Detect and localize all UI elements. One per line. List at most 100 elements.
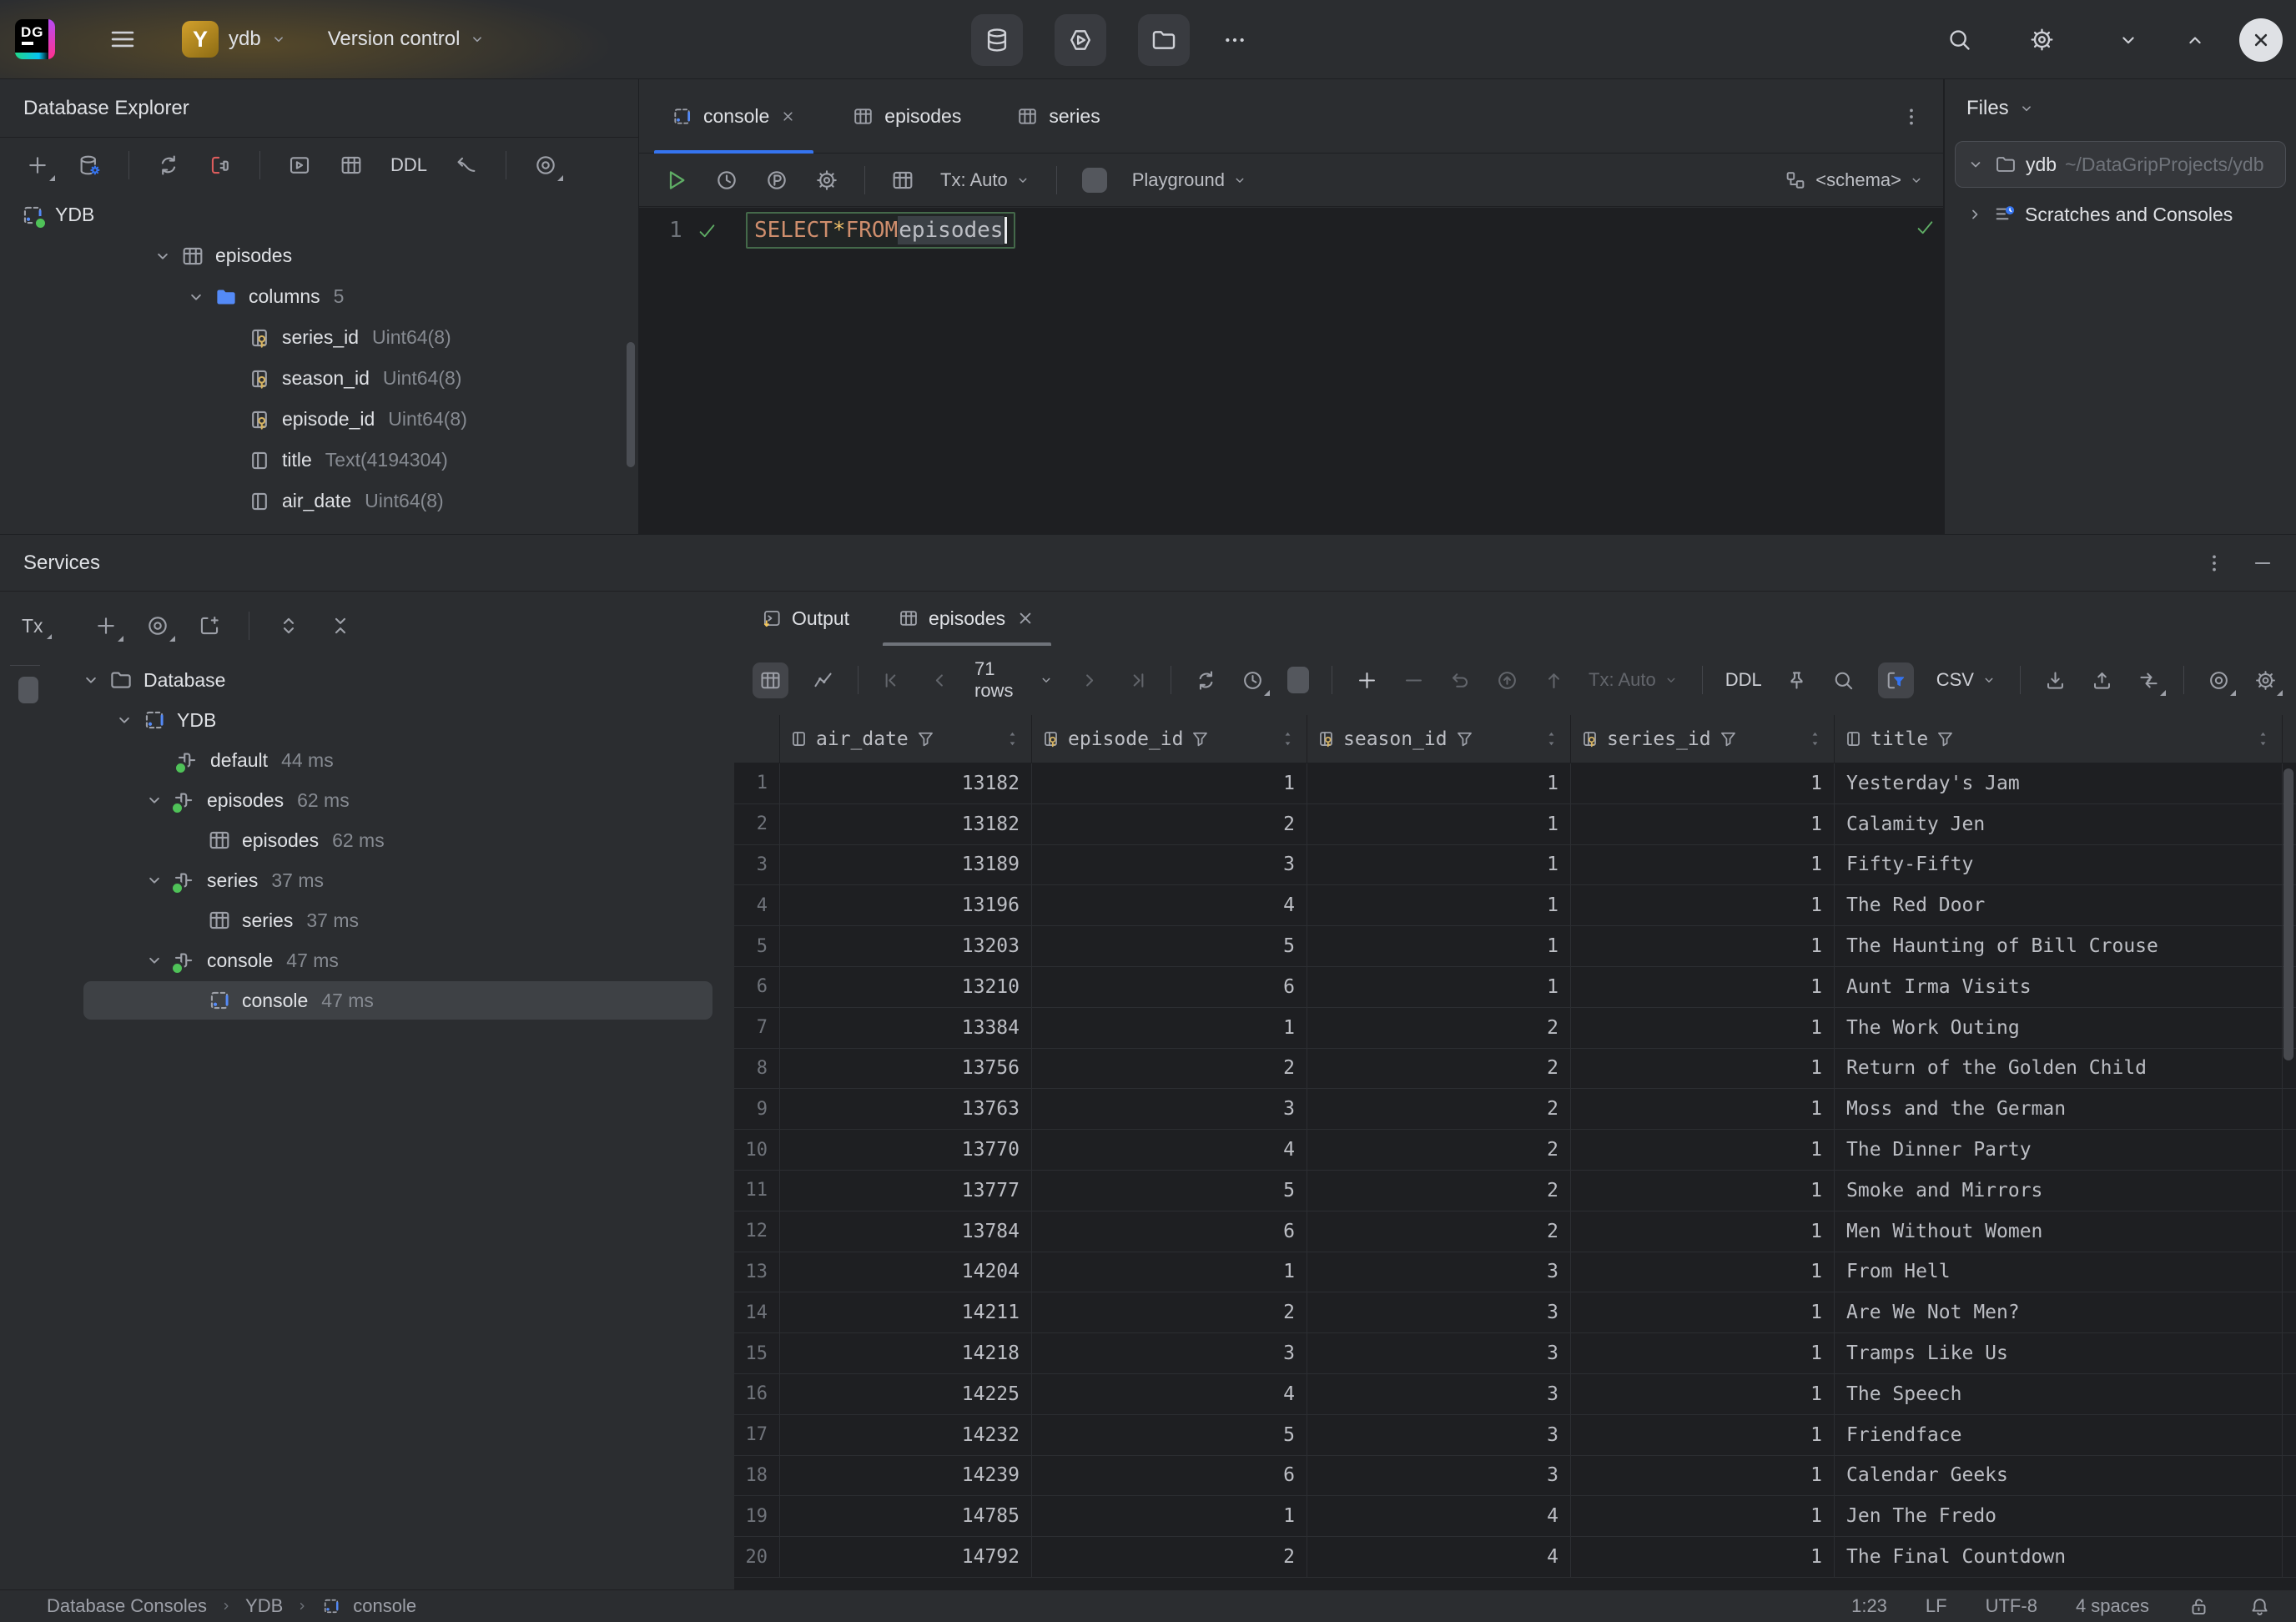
tree-item-air_date[interactable]: air_dateUint64(8) bbox=[0, 481, 638, 521]
tab-output[interactable]: Output bbox=[746, 592, 864, 645]
more-actions-icon[interactable] bbox=[1221, 27, 1248, 53]
cell-series_id[interactable]: 1 bbox=[1571, 967, 1835, 1007]
tree-item-YDB[interactable]: YDB bbox=[0, 700, 734, 740]
cell-episode_id[interactable]: 5 bbox=[1032, 1415, 1307, 1455]
row-number[interactable]: 9 bbox=[734, 1089, 780, 1129]
cell-episode_id[interactable]: 5 bbox=[1032, 926, 1307, 966]
cell-series_id[interactable]: 1 bbox=[1571, 1374, 1835, 1414]
row-number[interactable]: 19 bbox=[734, 1496, 780, 1536]
cell-air_date[interactable]: 13384 bbox=[780, 1008, 1032, 1048]
find-icon[interactable] bbox=[1831, 668, 1855, 693]
view-settings-icon[interactable] bbox=[2207, 668, 2231, 693]
open-table-icon[interactable] bbox=[339, 153, 364, 178]
cell-season_id[interactable]: 3 bbox=[1307, 1333, 1571, 1373]
cell-air_date[interactable]: 13189 bbox=[780, 845, 1032, 885]
data-extractor-icon[interactable] bbox=[2137, 668, 2161, 693]
tx-mode-selector[interactable]: Tx: Auto bbox=[1589, 669, 1679, 691]
tree-item-episodes[interactable]: episodes62 ms bbox=[0, 820, 734, 860]
cell-title[interactable]: The Final Countdown bbox=[1835, 1537, 2283, 1577]
cell-season_id[interactable]: 3 bbox=[1307, 1292, 1571, 1332]
tree-item-columns[interactable]: columns5 bbox=[0, 276, 638, 317]
collapse-all-icon[interactable] bbox=[328, 613, 353, 638]
cell-title[interactable]: Return of the Golden Child bbox=[1835, 1049, 2283, 1089]
cell-episode_id[interactable]: 6 bbox=[1032, 967, 1307, 1007]
code-line-1[interactable]: 1 SELECT*FROMepisodes bbox=[639, 208, 1943, 253]
chevron-down-icon[interactable] bbox=[1966, 154, 1986, 174]
cell-season_id[interactable]: 1 bbox=[1307, 926, 1571, 966]
cell-title[interactable]: The Dinner Party bbox=[1835, 1130, 2283, 1170]
cell-season_id[interactable]: 3 bbox=[1307, 1415, 1571, 1455]
cell-air_date[interactable]: 14239 bbox=[780, 1456, 1032, 1496]
tree-item-title[interactable]: titleText(4194304) bbox=[0, 440, 638, 481]
cell-episode_id[interactable]: 1 bbox=[1032, 763, 1307, 803]
cell-air_date[interactable]: 14232 bbox=[780, 1415, 1032, 1455]
run-icon[interactable] bbox=[662, 167, 689, 194]
project-name[interactable]: ydb bbox=[229, 28, 261, 51]
cell-series_id[interactable]: 1 bbox=[1571, 1496, 1835, 1536]
stop-button[interactable] bbox=[1082, 168, 1107, 193]
tree-item-YDB[interactable]: YDB bbox=[0, 194, 638, 235]
cell-episode_id[interactable]: 3 bbox=[1032, 1089, 1307, 1129]
page-size-selector[interactable]: 71 rows bbox=[974, 658, 1055, 702]
reload-data-icon[interactable] bbox=[1194, 668, 1218, 693]
row-number[interactable]: 3 bbox=[734, 845, 780, 885]
cell-episode_id[interactable]: 2 bbox=[1032, 1292, 1307, 1332]
tree-item-series[interactable]: series37 ms bbox=[0, 900, 734, 940]
cell-air_date[interactable]: 14225 bbox=[780, 1374, 1032, 1414]
window-expand-icon[interactable] bbox=[2183, 28, 2208, 53]
cell-title[interactable]: Are We Not Men? bbox=[1835, 1292, 2283, 1332]
cell-season_id[interactable]: 2 bbox=[1307, 1049, 1571, 1089]
vcs-widget[interactable]: Version control bbox=[328, 28, 461, 51]
cell-air_date[interactable]: 14211 bbox=[780, 1292, 1032, 1332]
window-collapse-icon[interactable] bbox=[2116, 28, 2141, 53]
close-window-button[interactable] bbox=[2239, 18, 2283, 62]
tree-item-episode_id[interactable]: episode_idUint64(8) bbox=[0, 399, 638, 440]
revert-icon[interactable] bbox=[1448, 668, 1473, 693]
last-page-icon[interactable] bbox=[1124, 668, 1148, 693]
file-item-ydb[interactable]: ydb ~/DataGripProjects/ydb bbox=[1955, 141, 2286, 188]
cell-air_date[interactable]: 14204 bbox=[780, 1252, 1032, 1292]
view-options-icon[interactable] bbox=[533, 153, 558, 178]
row-number[interactable]: 20 bbox=[734, 1537, 780, 1577]
tree-item-Database[interactable]: Database bbox=[0, 660, 734, 700]
cell-episode_id[interactable]: 1 bbox=[1032, 1008, 1307, 1048]
cell-season_id[interactable]: 4 bbox=[1307, 1496, 1571, 1536]
row-number[interactable]: 15 bbox=[734, 1333, 780, 1373]
cell-air_date[interactable]: 13777 bbox=[780, 1171, 1032, 1211]
cell-air_date[interactable]: 13182 bbox=[780, 804, 1032, 844]
inspections-ok-icon[interactable] bbox=[1914, 216, 1936, 239]
cell-season_id[interactable]: 1 bbox=[1307, 885, 1571, 925]
cell-title[interactable]: Tramps Like Us bbox=[1835, 1333, 2283, 1373]
tree-item-episodes[interactable]: episodes bbox=[0, 235, 638, 276]
next-page-icon[interactable] bbox=[1077, 668, 1101, 693]
column-header-air_date[interactable]: air_date bbox=[780, 715, 1032, 763]
cell-series_id[interactable]: 1 bbox=[1571, 1008, 1835, 1048]
tree-item-console[interactable]: console47 ms bbox=[0, 980, 734, 1020]
cell-episode_id[interactable]: 6 bbox=[1032, 1456, 1307, 1496]
history-icon[interactable] bbox=[714, 168, 739, 193]
grid-corner[interactable] bbox=[734, 715, 780, 763]
file-item-scratches[interactable]: Scratches and Consoles bbox=[1955, 191, 2286, 238]
row-number[interactable]: 14 bbox=[734, 1292, 780, 1332]
cell-season_id[interactable]: 1 bbox=[1307, 763, 1571, 803]
cell-title[interactable]: The Red Door bbox=[1835, 885, 2283, 925]
playground-selector[interactable]: Playground bbox=[1132, 169, 1248, 191]
refresh-icon[interactable] bbox=[156, 153, 181, 178]
expand-all-icon[interactable] bbox=[276, 613, 301, 638]
cell-title[interactable]: Yesterday's Jam bbox=[1835, 763, 2283, 803]
cell-episode_id[interactable]: 1 bbox=[1032, 1496, 1307, 1536]
add-datasource-icon[interactable] bbox=[25, 153, 50, 178]
tx-selector[interactable]: Tx bbox=[22, 615, 43, 637]
cell-air_date[interactable]: 13210 bbox=[780, 967, 1032, 1007]
cell-season_id[interactable]: 2 bbox=[1307, 1211, 1571, 1252]
cell-air_date[interactable]: 13182 bbox=[780, 763, 1032, 803]
explorer-scrollbar[interactable] bbox=[627, 342, 635, 467]
first-page-icon[interactable] bbox=[881, 668, 905, 693]
cell-series_id[interactable]: 1 bbox=[1571, 763, 1835, 803]
chevron-right-icon[interactable] bbox=[1965, 204, 1985, 224]
project-chevron-icon[interactable] bbox=[269, 30, 288, 48]
cell-air_date[interactable]: 13784 bbox=[780, 1211, 1032, 1252]
add-service-icon[interactable] bbox=[93, 613, 118, 638]
cell-season_id[interactable]: 1 bbox=[1307, 967, 1571, 1007]
cell-episode_id[interactable]: 4 bbox=[1032, 1374, 1307, 1414]
